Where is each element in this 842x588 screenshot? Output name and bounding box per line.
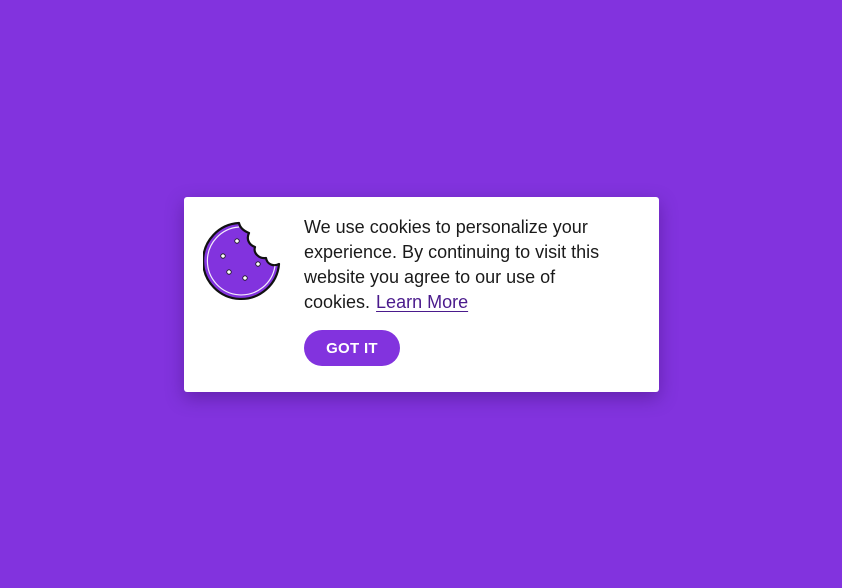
banner-content: We use cookies to personalize your exper… <box>304 215 624 366</box>
learn-more-link[interactable]: Learn More <box>376 292 468 312</box>
cookie-message: We use cookies to personalize your exper… <box>304 215 624 315</box>
cookie-consent-banner: We use cookies to personalize your exper… <box>184 197 659 392</box>
cookie-icon <box>203 221 281 301</box>
accept-cookies-button[interactable]: GOT IT <box>304 330 400 366</box>
